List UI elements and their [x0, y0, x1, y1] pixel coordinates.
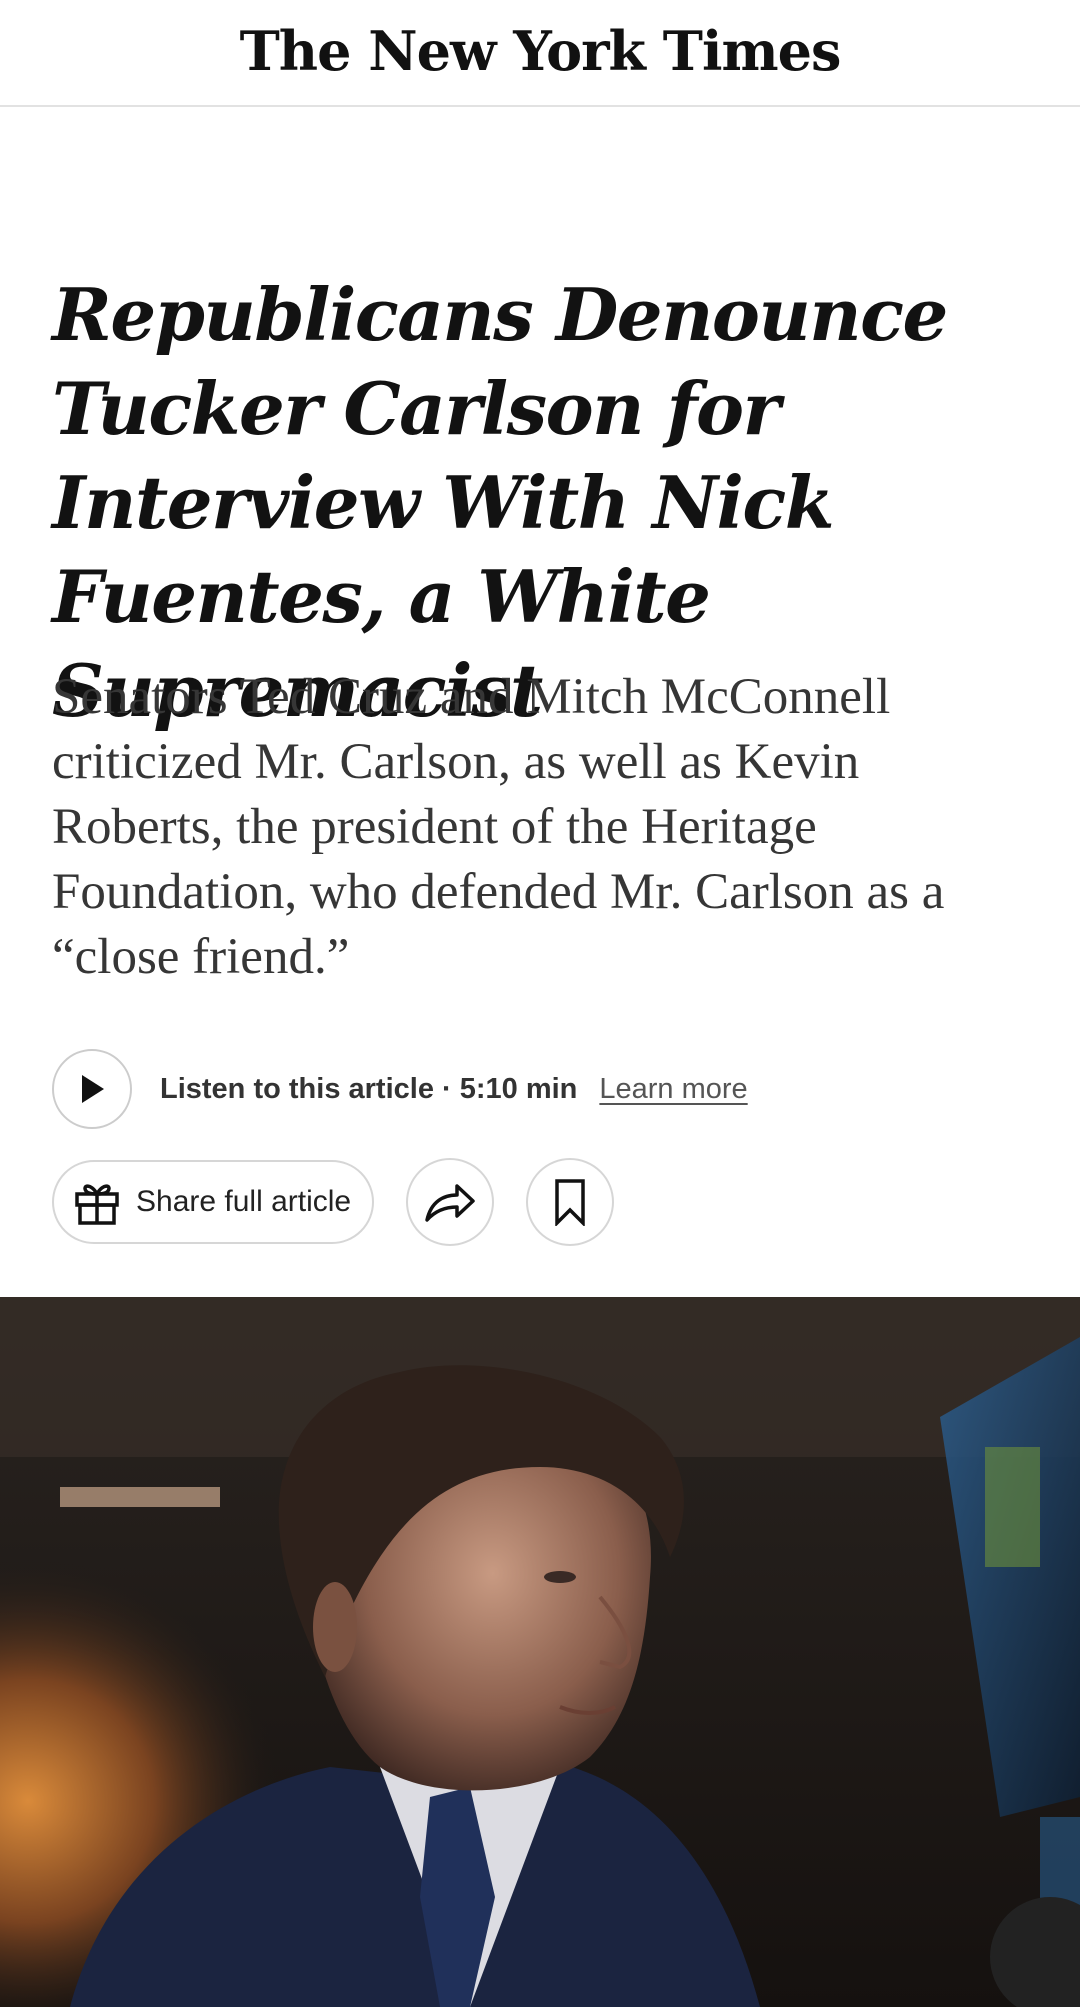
bookmark-icon [555, 1179, 585, 1226]
share-button[interactable] [406, 1158, 494, 1246]
article-actions: Share full article [52, 1158, 614, 1246]
listen-label: Listen to this article · 5:10 min [160, 1072, 578, 1105]
learn-more-link[interactable]: Learn more [599, 1073, 747, 1106]
gift-icon [75, 1184, 119, 1225]
share-full-article-label: Share full article [136, 1185, 352, 1218]
share-full-article-button[interactable]: Share full article [52, 1160, 374, 1244]
play-audio-button[interactable] [52, 1049, 132, 1129]
save-button[interactable] [526, 1158, 614, 1246]
nyt-logo[interactable]: The New York Times [240, 19, 842, 83]
article-summary: Senators Ted Cruz and Mitch McConnell cr… [52, 669, 945, 985]
listen-row: Listen to this article · 5:10 min Learn … [52, 1047, 748, 1131]
play-icon [82, 1075, 104, 1103]
article-lead-photo [0, 1297, 1080, 2007]
top-bar: The New York Times [0, 0, 1080, 107]
share-arrow-icon [425, 1184, 475, 1222]
